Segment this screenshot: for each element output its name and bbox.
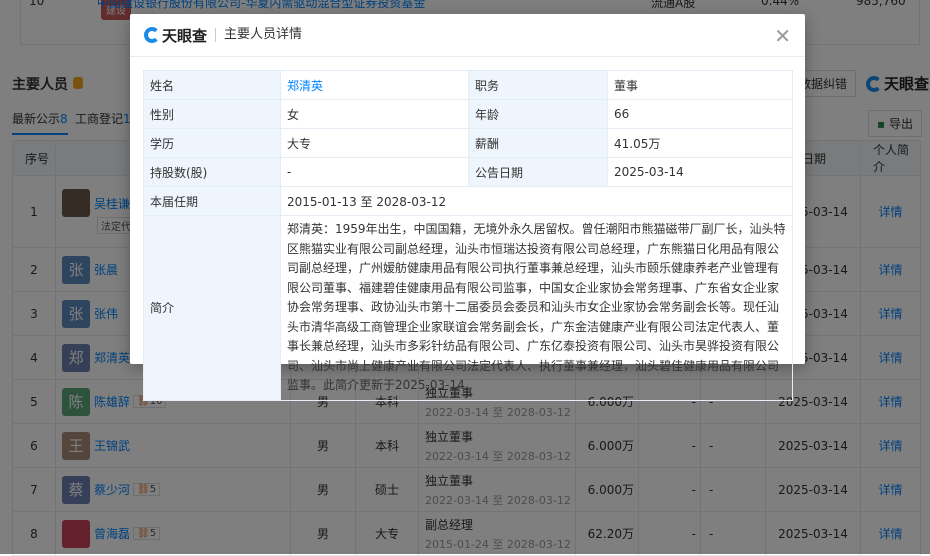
label-age: 年龄 bbox=[468, 99, 608, 129]
modal-brand-logo: 天眼查 bbox=[144, 25, 207, 46]
value-date: 2025-03-14 bbox=[607, 157, 793, 187]
logo-icon bbox=[144, 27, 160, 43]
label-term: 本届任期 bbox=[143, 186, 281, 216]
label-name: 姓名 bbox=[143, 70, 281, 100]
modal-header: 天眼查 主要人员详情 ✕ bbox=[130, 14, 805, 57]
value-position: 董事 bbox=[607, 70, 793, 100]
value-edu: 大专 bbox=[280, 128, 469, 158]
value-intro: 郑清英：1959年出生，中国国籍，无境外永久居留权。曾任潮阳市熊猫磁带厂副厂长，… bbox=[280, 215, 793, 401]
label-shares: 持股数(股) bbox=[143, 157, 281, 187]
detail-table: 姓名 郑清英 职务 董事 性别女年龄 66 学历 大专 薪酬 41.05万 持股数(股) - 公告… bbox=[143, 70, 793, 401]
value-salary: 41.05万 bbox=[607, 128, 793, 158]
value-gender: 女 bbox=[280, 99, 469, 129]
label-gender: 性别 bbox=[143, 99, 281, 129]
label-edu: 学历 bbox=[143, 128, 281, 158]
value-shares: - bbox=[280, 157, 469, 187]
value-name[interactable]: 郑清英 bbox=[280, 70, 469, 100]
modal-title: 主要人员详情 bbox=[215, 28, 302, 42]
label-date: 公告日期 bbox=[468, 157, 608, 187]
value-term: 2015-01-13 至 2028-03-12 bbox=[280, 186, 793, 216]
value-age: 66 bbox=[607, 99, 793, 129]
person-detail-modal: 天眼查 主要人员详情 ✕ 姓名 郑清英 职务 董事 性别女年龄 66 学历 大专 薪酬 41.… bbox=[130, 14, 805, 401]
label-intro: 简介 bbox=[143, 215, 281, 401]
label-salary: 薪酬 bbox=[468, 128, 608, 158]
label-position: 职务 bbox=[468, 70, 608, 100]
close-icon[interactable]: ✕ bbox=[774, 24, 791, 48]
